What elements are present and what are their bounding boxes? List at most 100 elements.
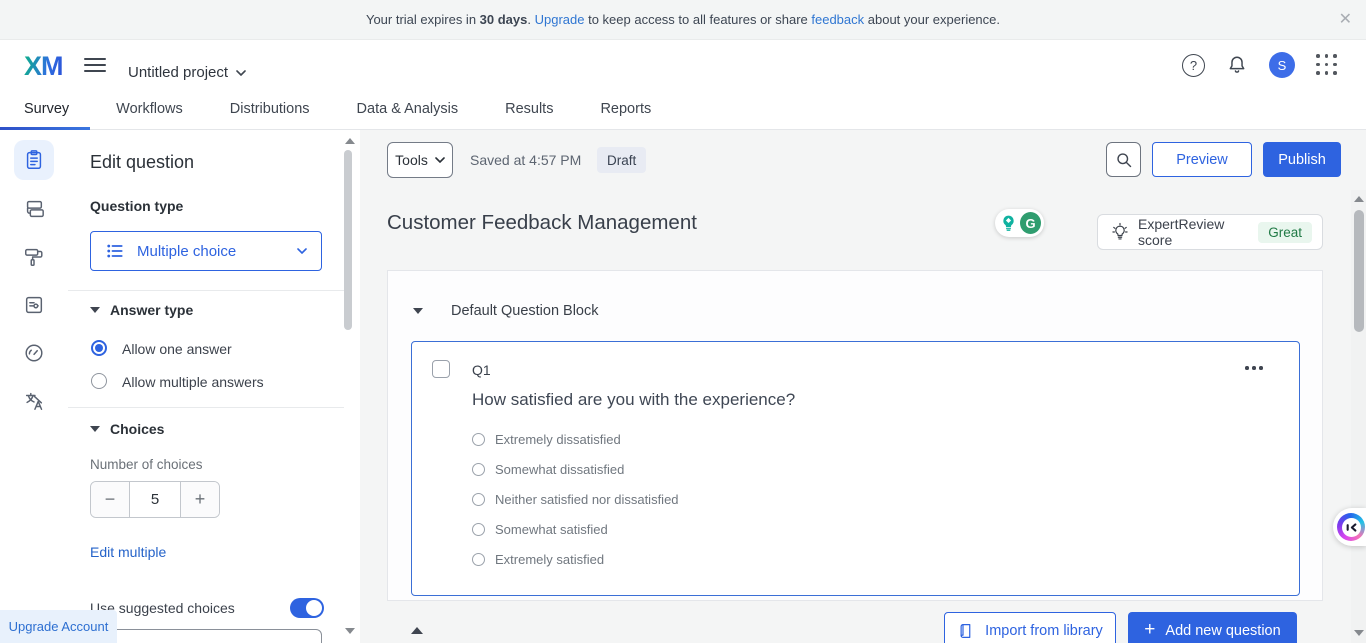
expert-review-bulb-icon: [1110, 221, 1130, 243]
suggested-choices-toggle[interactable]: [290, 598, 324, 618]
trial-banner: Your trial expires in 30 days. Upgrade t…: [0, 0, 1366, 40]
survey-options-icon[interactable]: [14, 285, 54, 325]
main-scrollbar-thumb[interactable]: [1354, 210, 1364, 332]
feedback-link[interactable]: feedback: [811, 12, 864, 27]
collapse-triangle-icon: [90, 426, 100, 432]
question-type-label: Question type: [90, 198, 183, 214]
publish-button[interactable]: Publish: [1263, 142, 1341, 177]
import-from-library-label: Import from library: [985, 623, 1103, 639]
upgrade-link[interactable]: Upgrade: [535, 12, 585, 27]
grammarly-widget[interactable]: G: [995, 209, 1044, 237]
panel-scrollbar-thumb[interactable]: [344, 150, 352, 330]
multiple-choice-list-icon: [105, 241, 125, 261]
add-new-question-label: Add new question: [1165, 623, 1280, 639]
expert-review-score-badge: Great: [1258, 222, 1312, 243]
apps-grid-icon[interactable]: [1316, 54, 1338, 76]
scroll-down-arrow-icon[interactable]: [345, 628, 355, 634]
edit-multiple-link[interactable]: Edit multiple: [90, 544, 166, 560]
option-label: Extremely satisfied: [495, 552, 604, 567]
option-label: Extremely dissatisfied: [495, 432, 621, 447]
tools-label: Tools: [395, 152, 428, 168]
help-icon[interactable]: ?: [1182, 54, 1205, 77]
option-label: Somewhat dissatisfied: [495, 462, 624, 477]
expert-review-widget[interactable]: ExpertReview score Great: [1097, 214, 1323, 250]
next-block-collapse-triangle-icon[interactable]: [411, 627, 423, 634]
chat-assistant-icon: [1337, 513, 1365, 541]
option-radio[interactable]: [472, 433, 485, 446]
main-scrollbar[interactable]: [1351, 190, 1366, 643]
survey-title[interactable]: Customer Feedback Management: [387, 211, 697, 235]
tools-dropdown-button[interactable]: Tools: [387, 142, 453, 178]
option-radio[interactable]: [472, 493, 485, 506]
chat-assistant-widget[interactable]: [1333, 508, 1366, 546]
suggested-choices-input[interactable]: [90, 629, 322, 643]
question-more-menu-icon[interactable]: [1245, 366, 1263, 370]
scroll-up-arrow-icon[interactable]: [1354, 196, 1364, 202]
main-nav-tabs: Survey Workflows Distributions Data & An…: [0, 88, 1366, 130]
trial-banner-text: Your trial expires in 30 days. Upgrade t…: [366, 12, 1000, 27]
allow-one-answer-label: Allow one answer: [122, 341, 232, 357]
tab-distributions[interactable]: Distributions: [230, 101, 310, 117]
tab-results[interactable]: Results: [505, 101, 553, 117]
chevron-down-icon: [297, 248, 307, 254]
saved-status-text: Saved at 4:57 PM: [470, 152, 581, 168]
choices-count-value[interactable]: 5: [129, 482, 181, 517]
tab-data-analysis[interactable]: Data & Analysis: [357, 101, 459, 117]
block-title[interactable]: Default Question Block: [451, 303, 599, 319]
question-text[interactable]: How satisfied are you with the experienc…: [472, 390, 795, 410]
answer-type-label: Answer type: [110, 302, 193, 318]
qualtrics-survey-editor: Your trial expires in 30 days. Upgrade t…: [0, 0, 1366, 643]
tab-workflows[interactable]: Workflows: [116, 101, 183, 117]
project-name-dropdown[interactable]: Untitled project: [128, 64, 246, 81]
question-id: Q1: [472, 362, 491, 378]
notifications-bell-icon[interactable]: [1226, 53, 1248, 77]
option-radio[interactable]: [472, 553, 485, 566]
option-radio[interactable]: [472, 463, 485, 476]
survey-builder-icon[interactable]: [14, 140, 54, 180]
block-header: Default Question Block: [413, 303, 599, 319]
scroll-down-arrow-icon[interactable]: [1354, 630, 1364, 636]
question-card[interactable]: Q1 How satisfied are you with the experi…: [411, 341, 1300, 596]
allow-multiple-answers-label: Allow multiple answers: [122, 374, 264, 390]
choices-section-header[interactable]: Choices: [90, 421, 164, 437]
tab-survey[interactable]: Survey: [24, 101, 69, 117]
user-avatar[interactable]: S: [1269, 52, 1295, 78]
hamburger-menu-icon[interactable]: [84, 58, 106, 72]
divider: [68, 290, 344, 291]
expert-review-label: ExpertReview score: [1138, 216, 1250, 248]
radio-allow-one-answer[interactable]: [91, 340, 107, 356]
radio-allow-multiple-answers[interactable]: [91, 373, 107, 389]
choices-count-stepper: − 5 +: [90, 481, 220, 518]
tab-reports[interactable]: Reports: [600, 101, 651, 117]
add-new-question-button[interactable]: + Add new question: [1128, 612, 1297, 643]
option-label: Neither satisfied nor dissatisfied: [495, 492, 679, 507]
block-collapse-triangle-icon[interactable]: [413, 308, 423, 314]
import-from-library-button[interactable]: Import from library: [944, 612, 1116, 643]
preview-button[interactable]: Preview: [1152, 142, 1252, 177]
upgrade-account-link[interactable]: Upgrade Account: [0, 610, 117, 643]
scroll-up-arrow-icon[interactable]: [345, 138, 355, 144]
number-of-choices-label: Number of choices: [90, 457, 203, 472]
question-checkbox[interactable]: [432, 360, 450, 378]
decrease-choices-button[interactable]: −: [91, 482, 129, 517]
look-and-feel-icon[interactable]: [14, 237, 54, 277]
survey-flow-icon[interactable]: [14, 189, 54, 229]
search-button[interactable]: [1106, 142, 1141, 177]
question-type-value: Multiple choice: [137, 243, 285, 260]
robot-eyes-icon: [1344, 522, 1358, 533]
xm-logo[interactable]: XM: [24, 51, 63, 82]
search-icon: [1115, 151, 1133, 169]
panel-title: Edit question: [90, 152, 194, 173]
increase-choices-button[interactable]: +: [181, 482, 219, 517]
option-radio[interactable]: [472, 523, 485, 536]
builder-icon-rail: [0, 130, 68, 643]
answer-type-section-header[interactable]: Answer type: [90, 302, 193, 318]
translations-icon[interactable]: [14, 381, 54, 421]
quotas-gauge-icon[interactable]: [14, 333, 54, 373]
grammarly-g-icon: G: [1020, 212, 1041, 234]
default-question-block: Default Question Block Q1 How satisfied …: [387, 270, 1323, 601]
app-header: XM Untitled project ? S: [0, 40, 1366, 88]
question-type-dropdown[interactable]: Multiple choice: [90, 231, 322, 271]
trial-days: 30 days: [480, 12, 528, 27]
close-icon[interactable]: ✕: [1339, 9, 1352, 29]
